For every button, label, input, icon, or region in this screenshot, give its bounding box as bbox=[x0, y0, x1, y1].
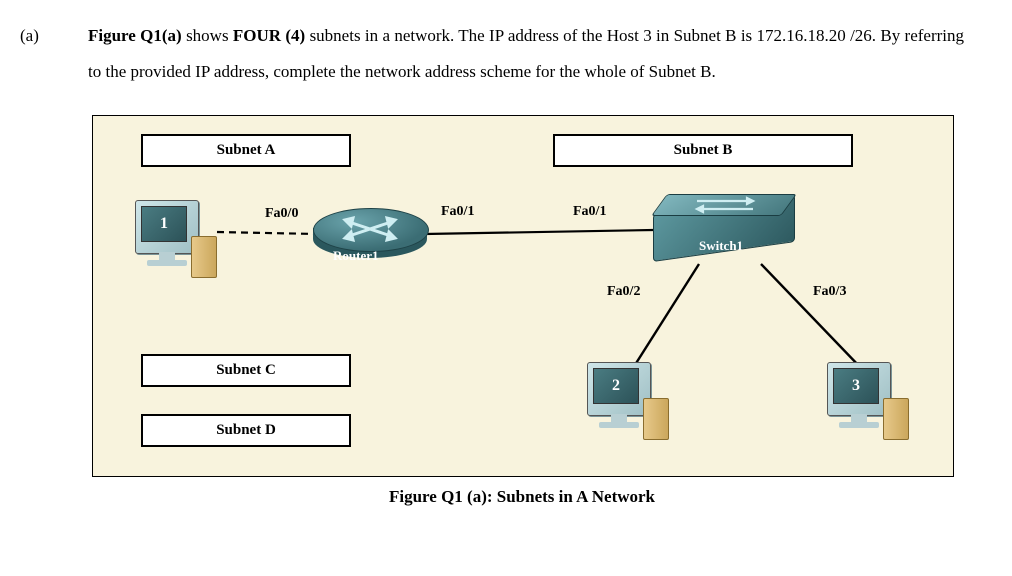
question-block: (a) Figure Q1(a) shows FOUR (4) subnets … bbox=[20, 18, 964, 89]
host-1-icon: 1 bbox=[135, 200, 217, 280]
switch-icon: Switch1 bbox=[653, 194, 793, 264]
question-text: Figure Q1(a) shows FOUR (4) subnets in a… bbox=[88, 18, 964, 89]
page: (a) Figure Q1(a) shows FOUR (4) subnets … bbox=[0, 0, 1012, 576]
switch-label: Switch1 bbox=[699, 238, 743, 254]
if-fa00-label: Fa0/0 bbox=[265, 206, 298, 222]
subnet-b-label: Subnet B bbox=[553, 134, 853, 167]
router-arrows-icon bbox=[341, 214, 399, 244]
host-1-number: 1 bbox=[141, 206, 187, 242]
subnet-d-label: Subnet D bbox=[141, 414, 351, 447]
if-fa01-switch-label: Fa0/1 bbox=[573, 204, 606, 220]
figure-caption: Figure Q1 (a): Subnets in A Network bbox=[92, 487, 952, 507]
if-fa03-label: Fa0/3 bbox=[813, 284, 846, 300]
if-fa02-label: Fa0/2 bbox=[607, 284, 640, 300]
host-2-number: 2 bbox=[593, 368, 639, 404]
count-emph: FOUR (4) bbox=[233, 26, 305, 45]
switch-arrows-icon bbox=[689, 196, 761, 219]
qt2: shows bbox=[182, 26, 233, 45]
router-icon: Router1 bbox=[313, 208, 427, 266]
host-2-icon: 2 bbox=[587, 362, 669, 442]
figure-wrap: Subnet A Subnet B Subnet C Subnet D bbox=[92, 115, 952, 507]
question-number: (a) bbox=[20, 18, 60, 89]
host-3-number: 3 bbox=[833, 368, 879, 404]
figure-ref: Figure Q1(a) bbox=[88, 26, 182, 45]
host-3-icon: 3 bbox=[827, 362, 909, 442]
network-diagram: Subnet A Subnet B Subnet C Subnet D bbox=[92, 115, 954, 477]
subnet-c-label: Subnet C bbox=[141, 354, 351, 387]
router-label: Router1 bbox=[333, 248, 379, 264]
subnet-a-label: Subnet A bbox=[141, 134, 351, 167]
if-fa01-router-label: Fa0/1 bbox=[441, 204, 474, 220]
